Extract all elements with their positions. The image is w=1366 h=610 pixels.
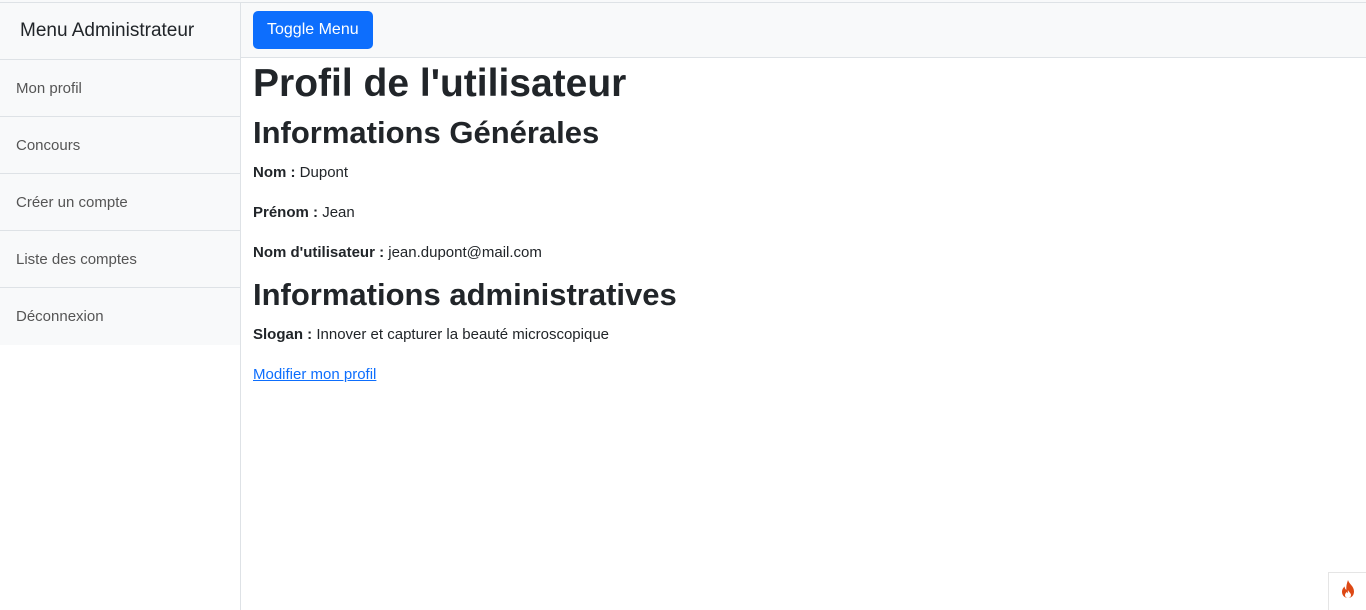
username-label: Nom d'utilisateur :	[253, 244, 385, 261]
edit-profile-link[interactable]: Modifier mon profil	[253, 364, 376, 386]
toggle-menu-button[interactable]: Toggle Menu	[253, 11, 373, 49]
prenom-label: Prénom :	[253, 204, 319, 221]
nom-value: Dupont	[299, 164, 349, 181]
sidebar: Menu Administrateur Mon profil Concours …	[0, 3, 241, 610]
debug-toolbar-button[interactable]	[1328, 572, 1366, 610]
prenom-field: Prénom : Jean	[253, 202, 1353, 224]
top-navbar: Toggle Menu	[241, 3, 1366, 58]
sidebar-item-creer-compte[interactable]: Créer un compte	[0, 174, 240, 231]
slogan-value: Innover et capturer la beauté microscopi…	[316, 326, 610, 343]
slogan-field: Slogan : Innover et capturer la beauté m…	[253, 324, 1353, 346]
prenom-value: Jean	[322, 204, 355, 221]
sidebar-item-liste-comptes[interactable]: Liste des comptes	[0, 231, 240, 288]
general-info-title: Informations Générales	[253, 115, 600, 150]
page-title: Profil de l'utilisateur	[253, 62, 627, 105]
admin-info-title: Informations administratives	[253, 277, 677, 312]
nom-label: Nom :	[253, 164, 296, 181]
sidebar-item-concours[interactable]: Concours	[0, 117, 240, 174]
nom-field: Nom : Dupont	[253, 162, 1353, 184]
username-field: Nom d'utilisateur : jean.dupont@mail.com	[253, 242, 1353, 264]
sidebar-heading: Menu Administrateur	[0, 3, 240, 60]
flame-icon	[1340, 579, 1356, 604]
sidebar-item-mon-profil[interactable]: Mon profil	[0, 60, 240, 117]
username-value: jean.dupont@mail.com	[388, 244, 542, 261]
main-content: Profil de l'utilisateur Informations Gén…	[253, 60, 1353, 386]
slogan-label: Slogan :	[253, 326, 313, 343]
sidebar-list: Mon profil Concours Créer un compte List…	[0, 60, 240, 345]
sidebar-item-deconnexion[interactable]: Déconnexion	[0, 288, 240, 345]
